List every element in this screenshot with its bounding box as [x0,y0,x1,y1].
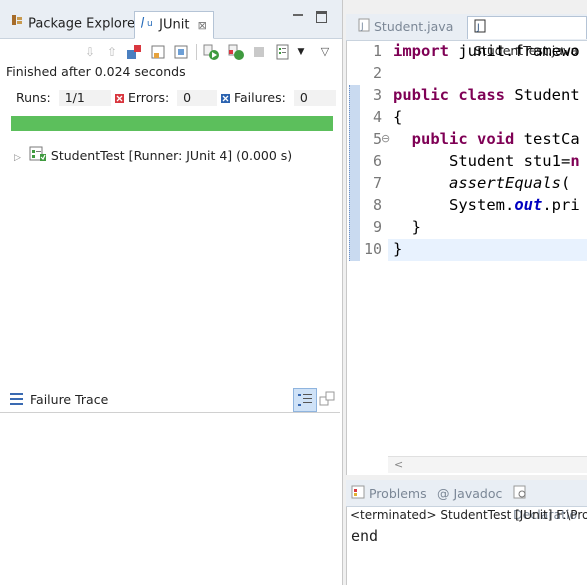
line-number: 4 [372,108,382,126]
failures-counter: Failures: 0 [221,90,336,106]
tab-junit-label: JUnit [159,17,190,33]
view-menu-icon[interactable]: ▽ [317,44,333,60]
status-text: Finished after 0.024 seconds [6,64,186,79]
test-tree-item[interactable]: ▷ StudentTest [Runner: JUnit 4] (0.000 s… [14,146,292,164]
stack-icon [10,393,24,408]
errors-value: 0 [177,90,218,106]
show-failures-only-icon[interactable] [126,44,142,60]
next-failure-icon[interactable]: ⇩ [82,44,98,60]
code-line-10: } [393,240,403,258]
tab-javadoc-label: Javadoc [453,486,503,501]
left-tab-bar: Package Explorer Ju JUnit ⊠ [0,0,342,39]
svg-text:u: u [147,19,153,28]
test-suite-icon [29,146,47,167]
tab-problems-label: Problems [368,486,427,501]
compare-result-icon[interactable] [319,391,335,410]
code-line-6: Student stu1=n [393,152,580,170]
junit-icon: Ju [139,12,155,38]
line-number: 8 [372,196,382,214]
failures-label: Failures: [233,90,286,105]
test-tree-label: StudentTest [Runner: JUnit 4] (0.000 s) [50,148,293,163]
failures-value: 0 [293,90,336,106]
tab-studenttest-java[interactable]: J StudentTest.java [467,16,587,58]
failure-trace-header: Failure Trace [0,388,340,413]
rerun-test-icon[interactable] [203,44,219,60]
test-history-icon[interactable] [173,44,189,60]
close-icon[interactable]: ⊠ [198,19,207,32]
runs-label: Runs: [16,90,51,105]
line-number: 3 [372,86,382,104]
runs-counter: Runs: 1/1 [16,90,111,106]
errors-label: Errors: [127,90,170,105]
junit-view [0,0,343,585]
tab-problems[interactable]: Problems [351,484,427,504]
code-line-8: System.out.pri [393,196,580,214]
line-number: 9 [372,218,382,236]
tab-package-explorer-label: Package Explorer [28,16,141,32]
rerun-failed-first-icon[interactable] [228,44,244,60]
failure-icon [221,91,230,107]
svg-text:J: J [360,22,364,32]
line-number: 6 [372,152,382,170]
declaration-icon [513,485,527,505]
runs-value: 1/1 [58,90,111,106]
horizontal-scrollbar[interactable]: < [388,456,587,473]
editor-tab-bar: J Student.java J StudentTest.java [346,14,587,58]
failure-trace-title: Failure Trace [30,392,109,407]
maximize-icon[interactable] [316,11,327,23]
code-line-9: } [393,218,421,236]
java-file-icon: J [358,17,370,39]
progress-bar [11,116,333,131]
console-output: end [351,527,379,545]
console-tab-bar: Problems @ Javadoc Declaratio [346,480,587,522]
line-number: 1 [372,42,382,60]
line-number: 10 [363,240,382,258]
code-line-7: assertEquals( [449,174,571,192]
package-explorer-icon [10,11,24,37]
scroll-lock-icon[interactable] [150,44,166,60]
scroll-left-icon[interactable]: < [394,458,403,471]
history-icon[interactable] [275,44,291,60]
svg-text:J: J [476,23,480,33]
previous-failure-icon[interactable]: ⇧ [104,44,120,60]
tab-declaration[interactable]: Declaratio [513,484,587,522]
expand-chevron-icon[interactable]: ▷ [14,153,21,163]
error-icon [115,91,124,107]
at-icon: @ [437,486,450,501]
code-line-5: public void testCa [411,130,580,148]
code-line-4: { [393,108,403,126]
code-line-3: public class Student [393,86,580,104]
line-number: 7 [372,174,382,192]
errors-counter: Errors: 0 [115,90,218,107]
terminated-label: <terminated> StudentTest [JUnit] F:\Prog [350,508,587,522]
tab-package-explorer[interactable]: Package Explorer [4,11,146,37]
toolbar-separator [196,44,197,60]
history-dropdown-icon[interactable]: ▼ [293,44,309,60]
java-file-icon: J [474,18,486,40]
code-viewport[interactable]: import junit.framewo public class Studen… [388,40,587,456]
minimize-icon[interactable] [293,14,303,16]
line-number: 5 [372,130,382,148]
stop-icon[interactable] [251,44,267,60]
tab-javadoc[interactable]: @ Javadoc [437,484,502,504]
junit-toolbar: ⇩ ⇧ ▼ ▽ [0,38,342,66]
tab-student-java[interactable]: J Student.java [352,16,459,38]
line-number: 2 [372,64,382,82]
svg-text:J: J [141,15,145,28]
tab-student-java-label: Student.java [373,19,454,34]
filter-stack-icon[interactable] [293,388,317,412]
problems-icon [351,485,365,505]
tab-junit[interactable]: Ju JUnit ⊠ [134,11,214,39]
quick-diff-ruler [349,85,360,261]
code-line-1: import junit.framewo [393,42,580,60]
